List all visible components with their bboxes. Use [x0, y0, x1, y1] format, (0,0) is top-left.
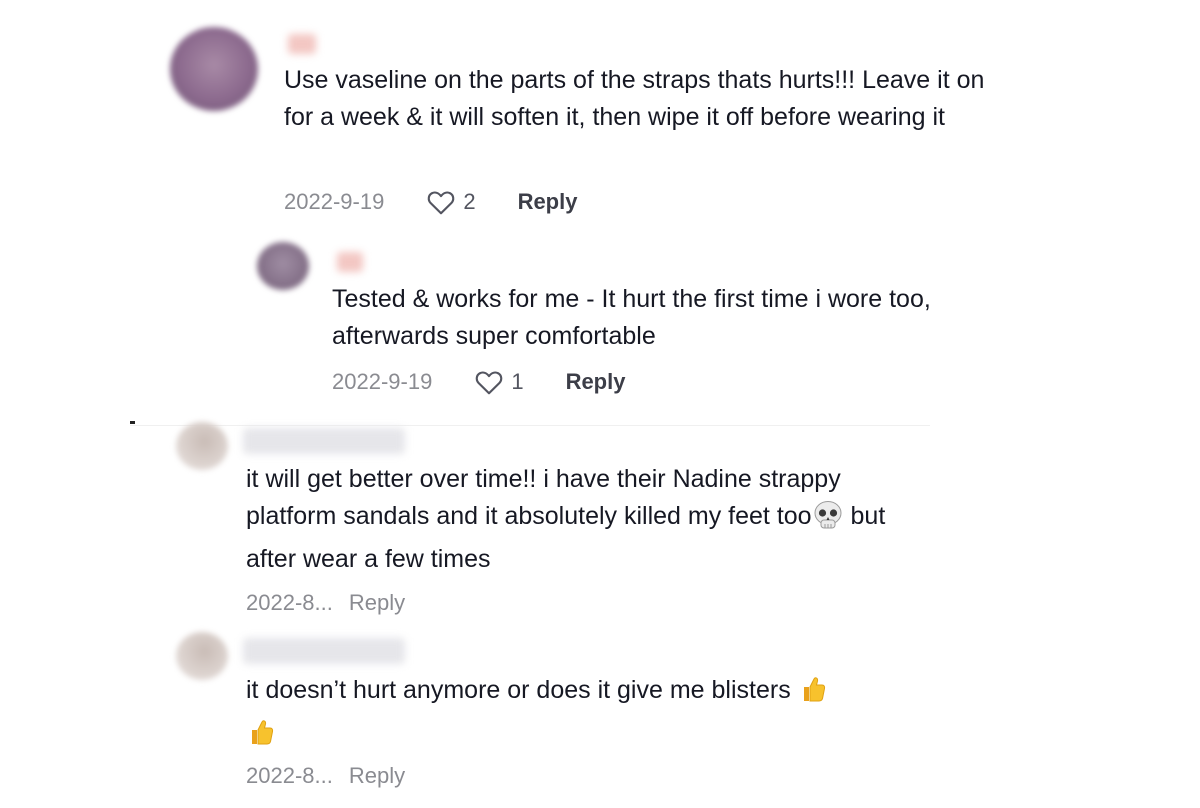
like-count: 1 — [511, 369, 524, 394]
comment-text: Use vaseline on the parts of the straps … — [284, 66, 985, 131]
divider — [130, 425, 930, 426]
avatar[interactable] — [176, 632, 228, 680]
reply-button[interactable]: Reply — [349, 761, 405, 791]
avatar[interactable] — [257, 242, 309, 290]
heart-icon — [476, 371, 503, 395]
username-blurred[interactable] — [243, 428, 405, 454]
comment-text-part: it doesn’t hurt anymore or does it give … — [246, 676, 798, 704]
username-badge-icon[interactable] — [288, 34, 316, 54]
comment-meta: 2022-8... Reply — [246, 761, 405, 791]
thumbs-up-icon — [798, 674, 828, 715]
skull-icon — [812, 500, 844, 541]
comment-text-part: it will get better over time!! i have th… — [246, 465, 841, 530]
like-button[interactable]: 2 — [426, 187, 476, 217]
comment-text: it doesn’t hurt anymore or does it give … — [246, 672, 866, 758]
comment-date: 2022-9-19 — [332, 369, 433, 394]
comment-text: Tested & works for me - It hurt the firs… — [332, 285, 931, 350]
heart-icon — [428, 191, 455, 215]
username-blurred[interactable] — [243, 638, 405, 664]
comment-meta: 2022-8... Reply — [246, 588, 405, 618]
comment-meta: 2022-9-19 2 Reply — [284, 187, 577, 217]
reply-button[interactable]: Reply — [566, 367, 626, 397]
comment-text: it will get better over time!! i have th… — [246, 461, 906, 578]
username-badge-icon[interactable] — [337, 252, 363, 272]
comment-date: 2022-8... — [246, 590, 333, 615]
comment-date: 2022-8... — [246, 763, 333, 788]
like-count: 2 — [463, 189, 476, 214]
reply-button[interactable]: Reply — [518, 187, 578, 217]
avatar[interactable] — [170, 27, 258, 111]
avatar[interactable] — [176, 422, 228, 470]
comment-date: 2022-9-19 — [284, 189, 385, 214]
like-button[interactable]: 1 — [474, 367, 524, 397]
comment-meta: 2022-9-19 1 Reply — [332, 367, 625, 397]
thumbs-up-icon — [246, 717, 276, 758]
divider-mark — [130, 421, 135, 424]
reply-button[interactable]: Reply — [349, 588, 405, 618]
